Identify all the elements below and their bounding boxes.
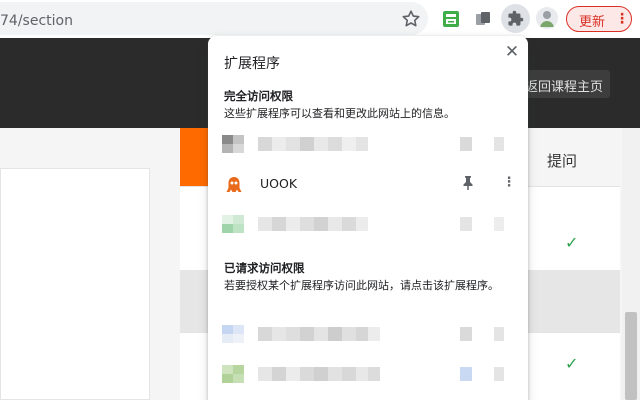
close-icon[interactable]: ✕ xyxy=(502,42,522,62)
requested-access-description: 若要授权某个扩展程序访问此网站，请点击该扩展程序。 xyxy=(224,279,499,292)
screenshot-root: 74/section 更新 ⋮ 返回课程主页 提问 ✓ ✓ 扩展程序 ✕ 完全访… xyxy=(0,0,640,400)
pin-icon[interactable] xyxy=(461,175,475,191)
active-tab-marker[interactable] xyxy=(180,128,208,186)
extension-row-uook[interactable]: UOOK ⋮ xyxy=(208,168,528,200)
extension-row-pixelated[interactable] xyxy=(208,208,528,240)
full-access-description: 这些扩展程序可以查看和更改此网站上的信息。 xyxy=(224,107,455,120)
extensions-button[interactable] xyxy=(501,4,530,33)
browser-toolbar: 74/section 更新 ⋮ xyxy=(0,0,640,38)
pixelated-extension-actions xyxy=(460,137,504,151)
back-to-course-label[interactable]: 返回课程主页 xyxy=(525,76,603,95)
pixelated-extension-icon xyxy=(222,325,244,343)
pixelated-extension-name xyxy=(258,217,368,231)
pixelated-extension-actions xyxy=(460,217,504,231)
extensions-puzzle-icon xyxy=(508,10,524,26)
extension-row-pixelated[interactable] xyxy=(208,358,528,390)
update-label: 更新 xyxy=(579,15,606,30)
pixelated-extension-name xyxy=(258,367,380,381)
check-icon: ✓ xyxy=(565,354,579,373)
extension-row-pixelated[interactable] xyxy=(208,128,528,160)
green-extension-icon[interactable] xyxy=(441,9,461,29)
full-access-title: 完全访问权限 xyxy=(224,89,293,103)
grey-extension-icon[interactable] xyxy=(473,9,493,29)
menu-more-icon: ⋮ xyxy=(615,11,629,27)
url-text[interactable]: 74/section xyxy=(0,13,73,29)
more-actions-icon[interactable]: ⋮ xyxy=(502,174,516,192)
person-icon xyxy=(540,11,554,27)
question-column-header: 提问 xyxy=(547,152,578,170)
pixelated-extension-icon xyxy=(222,135,244,153)
uook-extension-icon xyxy=(226,177,242,192)
pixelated-extension-actions xyxy=(460,367,504,381)
pixelated-extension-icon xyxy=(222,365,244,383)
address-bar[interactable]: 74/section xyxy=(0,2,428,35)
scrollbar-thumb[interactable] xyxy=(625,312,637,400)
extension-row-pixelated[interactable] xyxy=(208,318,528,350)
content-panel xyxy=(0,168,150,400)
pixelated-extension-icon xyxy=(222,215,244,233)
pixelated-extension-name xyxy=(258,327,380,341)
popup-title: 扩展程序 xyxy=(224,56,280,72)
star-icon[interactable] xyxy=(401,9,421,29)
requested-access-title: 已请求访问权限 xyxy=(224,261,305,275)
check-icon: ✓ xyxy=(565,233,579,252)
update-button[interactable]: 更新 ⋮ xyxy=(566,6,632,32)
profile-avatar[interactable] xyxy=(536,7,558,29)
pixelated-extension-actions xyxy=(460,327,504,341)
pixelated-extension-name xyxy=(258,137,368,151)
uook-extension-name: UOOK xyxy=(260,176,298,191)
extensions-popup: 扩展程序 ✕ 完全访问权限 这些扩展程序可以查看和更改此网站上的信息。 UOOK… xyxy=(208,36,528,400)
